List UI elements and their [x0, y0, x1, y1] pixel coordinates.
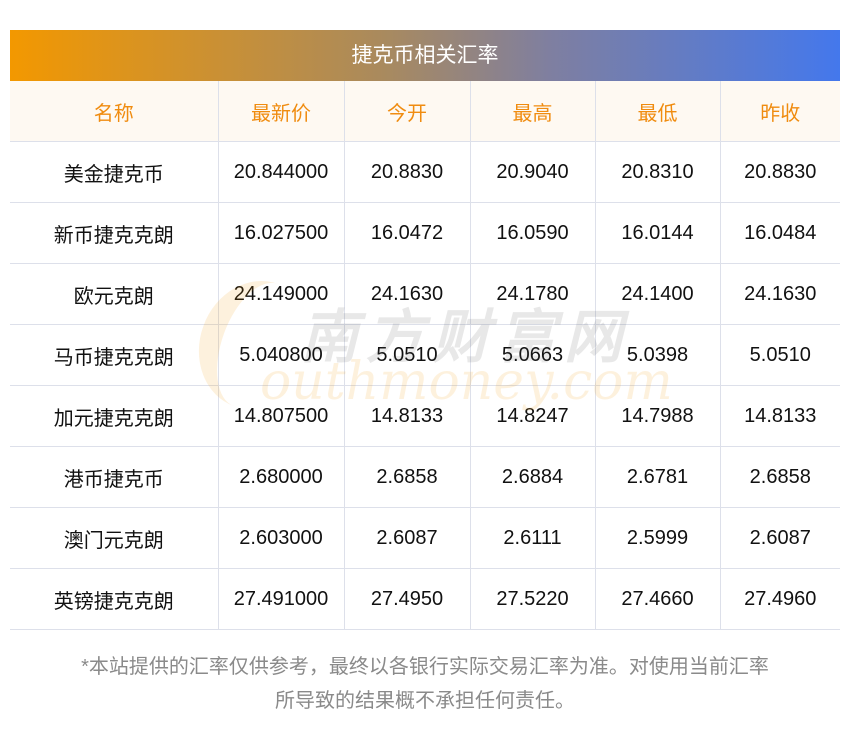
table-row: 澳门元克朗 2.603000 2.6087 2.6111 2.5999 2.6087	[10, 507, 840, 569]
currency-name-cell: 马币捷克克朗	[10, 324, 219, 386]
disclaimer: *本站提供的汇率仅供参考，最终以各银行实际交易汇率为准。对使用当前汇率 所导致的…	[0, 650, 850, 718]
rate-cell: 14.8133	[720, 385, 840, 447]
rate-cell: 2.680000	[218, 446, 345, 508]
rate-cell: 5.0510	[720, 324, 840, 386]
currency-name-cell: 新币捷克克朗	[10, 202, 219, 264]
rate-cell: 20.8310	[595, 141, 721, 203]
rate-cell: 14.8247	[470, 385, 596, 447]
rate-cell: 2.6781	[595, 446, 721, 508]
table-row: 加元捷克克朗 14.807500 14.8133 14.8247 14.7988 14.8…	[10, 385, 840, 447]
rate-cell: 14.8133	[344, 385, 471, 447]
rate-cell: 14.7988	[595, 385, 721, 447]
table-row: 欧元克朗 24.149000 24.1630 24.1780 24.1400 24.163…	[10, 263, 840, 325]
column-header: 昨收	[720, 81, 840, 142]
column-header: 名称	[10, 81, 219, 142]
rate-cell: 5.0398	[595, 324, 721, 386]
rate-cell: 2.6087	[720, 507, 840, 569]
rate-cell: 16.027500	[218, 202, 345, 264]
rate-cell: 16.0472	[344, 202, 471, 264]
rate-cell: 2.6858	[344, 446, 471, 508]
rate-cell: 24.1630	[720, 263, 840, 325]
rate-cell: 16.0590	[470, 202, 596, 264]
currency-name-cell: 澳门元克朗	[10, 507, 219, 569]
rate-cell: 2.5999	[595, 507, 721, 569]
rate-cell: 24.1780	[470, 263, 596, 325]
column-header: 今开	[344, 81, 471, 142]
table-row: 新币捷克克朗 16.027500 16.0472 16.0590 16.0144 16.0…	[10, 202, 840, 264]
rate-table-card: 捷克币相关汇率 名称 最新价 今开 最高 最低 昨收 美金捷克币 20.844000 20.8…	[10, 30, 840, 630]
rate-cell: 20.844000	[218, 141, 345, 203]
currency-name-cell: 港币捷克币	[10, 446, 219, 508]
rate-cell: 24.1630	[344, 263, 471, 325]
rate-cell: 2.6111	[470, 507, 596, 569]
rate-table: 名称 最新价 今开 最高 最低 昨收 美金捷克币 20.844000 20.8830 20.90…	[10, 81, 840, 630]
currency-name-cell: 欧元克朗	[10, 263, 219, 325]
currency-name-cell: 加元捷克克朗	[10, 385, 219, 447]
rate-cell: 14.807500	[218, 385, 345, 447]
rate-cell: 16.0484	[720, 202, 840, 264]
header-row: 名称 最新价 今开 最高 最低 昨收	[10, 81, 840, 142]
rate-cell: 24.149000	[218, 263, 345, 325]
disclaimer-line-1: *本站提供的汇率仅供参考，最终以各银行实际交易汇率为准。对使用当前汇率	[81, 656, 769, 678]
rate-cell: 27.4950	[344, 568, 471, 630]
rate-cell: 2.6858	[720, 446, 840, 508]
rate-cell: 2.6087	[344, 507, 471, 569]
currency-name-cell: 美金捷克币	[10, 141, 219, 203]
table-row: 美金捷克币 20.844000 20.8830 20.9040 20.8310 20.88…	[10, 141, 840, 203]
column-header: 最新价	[218, 81, 345, 142]
rate-cell: 5.040800	[218, 324, 345, 386]
disclaimer-line-2: 所导致的结果概不承担任何责任。	[275, 690, 575, 712]
rate-cell: 20.8830	[344, 141, 471, 203]
table-row: 马币捷克克朗 5.040800 5.0510 5.0663 5.0398 5.0510	[10, 324, 840, 386]
currency-name-cell: 英镑捷克克朗	[10, 568, 219, 630]
rate-cell: 5.0510	[344, 324, 471, 386]
rate-cell: 2.603000	[218, 507, 345, 569]
column-header: 最高	[470, 81, 596, 142]
rate-cell: 20.9040	[470, 141, 596, 203]
table-row: 港币捷克币 2.680000 2.6858 2.6884 2.6781 2.6858	[10, 446, 840, 508]
rate-cell: 27.4960	[720, 568, 840, 630]
table-title: 捷克币相关汇率	[10, 30, 840, 81]
rate-cell: 20.8830	[720, 141, 840, 203]
rate-cell: 27.4660	[595, 568, 721, 630]
rate-cell: 5.0663	[470, 324, 596, 386]
column-header: 最低	[595, 81, 721, 142]
rate-cell: 2.6884	[470, 446, 596, 508]
rate-cell: 27.5220	[470, 568, 596, 630]
rate-cell: 16.0144	[595, 202, 721, 264]
table-row: 英镑捷克克朗 27.491000 27.4950 27.5220 27.4660 27.4…	[10, 568, 840, 630]
rate-cell: 24.1400	[595, 263, 721, 325]
rate-cell: 27.491000	[218, 568, 345, 630]
